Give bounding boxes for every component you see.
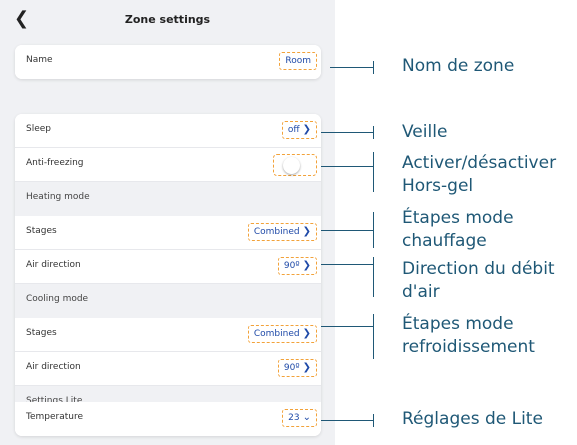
cooling-air-direction-value[interactable]: 90º ❯ <box>277 359 317 377</box>
annotation-cooling-stages: Étapes mode refroidissement <box>402 314 535 357</box>
heating-mode-header: Heating mode <box>26 192 90 202</box>
temperature-row[interactable]: Temperature 23 ⌄ <box>15 402 321 436</box>
anti-freezing-toggle[interactable] <box>273 154 317 176</box>
annotation-anti-freezing: Activer/désactiver Hors-gel <box>402 153 557 196</box>
cooling-stages-label: Stages <box>26 328 57 338</box>
annotation-line-anti-freezing <box>321 166 373 167</box>
heating-air-direction-label: Air direction <box>26 260 81 270</box>
annotation-tick-cooling-stages <box>373 314 374 359</box>
annotation-air-direction: Direction du débit d'air <box>402 259 555 302</box>
chevron-right-icon: ❯ <box>302 226 311 237</box>
annotation-name: Nom de zone <box>402 56 515 76</box>
name-card: Name Room <box>15 45 321 79</box>
cooling-mode-header: Cooling mode <box>26 294 89 304</box>
heating-stages-value[interactable]: Combined ❯ <box>247 223 317 241</box>
temperature-label: Temperature <box>26 412 84 422</box>
sleep-label: Sleep <box>26 124 52 134</box>
name-label: Name <box>26 55 53 65</box>
annotation-line-lite <box>321 420 373 421</box>
anti-freezing-label: Anti-freezing <box>26 158 84 168</box>
cooling-stages-row[interactable]: Stages Combined ❯ <box>15 318 321 352</box>
name-value[interactable]: Room <box>279 52 317 70</box>
chevron-right-icon: ❯ <box>302 124 311 135</box>
temperature-value[interactable]: 23 ⌄ <box>282 409 317 427</box>
heating-mode-section: Heating mode <box>15 182 321 216</box>
annotation-line-sleep <box>321 132 373 133</box>
annotation-tick-air-direction <box>373 257 374 297</box>
annotation-heating-stages: Étapes mode chauffage <box>402 208 514 251</box>
chevron-right-icon: ❯ <box>302 260 311 271</box>
cooling-mode-section: Cooling mode <box>15 284 321 318</box>
cooling-air-direction-label: Air direction <box>26 362 81 372</box>
chevron-down-icon: ⌄ <box>302 412 311 423</box>
heating-stages-label: Stages <box>26 226 57 236</box>
annotation-line-heating-stages <box>321 230 373 231</box>
chevron-right-icon: ❯ <box>302 362 311 373</box>
sleep-row[interactable]: Sleep off ❯ <box>15 114 321 148</box>
annotation-tick-name <box>373 61 374 74</box>
toggle-knob <box>283 157 300 174</box>
top-bar: ❮ Zone settings <box>0 0 335 44</box>
chevron-right-icon: ❯ <box>302 328 311 339</box>
annotation-tick-heating-stages <box>373 212 374 248</box>
heating-air-direction-row[interactable]: Air direction 90º ❯ <box>15 250 321 284</box>
annotation-line-cooling-stages <box>321 326 373 327</box>
annotation-line-name <box>330 67 373 68</box>
sleep-value[interactable]: off ❯ <box>281 121 317 139</box>
cooling-stages-value[interactable]: Combined ❯ <box>247 325 317 343</box>
anti-freezing-row: Anti-freezing <box>15 148 321 182</box>
page-title: Zone settings <box>124 13 211 26</box>
phone-screen: ❮ Zone settings Name Room Sleep off ❯ Ant… <box>0 0 335 445</box>
annotation-lite: Réglages de Lite <box>402 409 543 429</box>
annotation-sleep: Veille <box>402 122 448 142</box>
settings-card: Sleep off ❯ Anti-freezing Heating mode St… <box>15 114 321 436</box>
annotation-tick-sleep <box>373 126 374 139</box>
heating-air-direction-value[interactable]: 90º ❯ <box>277 257 317 275</box>
annotation-tick-anti-freezing <box>373 152 374 192</box>
annotation-tick-lite <box>373 414 374 427</box>
cooling-air-direction-row[interactable]: Air direction 90º ❯ <box>15 352 321 386</box>
name-row[interactable]: Name Room <box>15 45 321 79</box>
heating-stages-row[interactable]: Stages Combined ❯ <box>15 216 321 250</box>
annotation-line-air-direction <box>321 264 373 265</box>
